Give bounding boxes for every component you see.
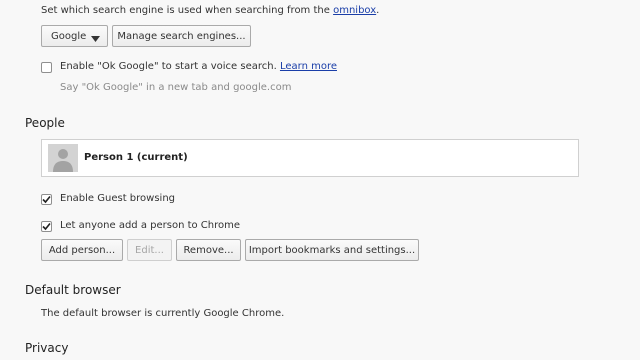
remove-person-button[interactable]: Remove...: [176, 239, 241, 261]
chevron-down-icon: [91, 34, 100, 45]
ok-google-checkbox[interactable]: [41, 62, 52, 73]
guest-browsing-checkbox[interactable]: [41, 194, 52, 205]
ok-google-label: Enable "Ok Google" to start a voice sear…: [60, 61, 277, 72]
search-engine-value: Google: [51, 30, 87, 42]
person-name: Person 1 (current): [84, 152, 188, 163]
ok-google-hint: Say "Ok Google" in a new tab and google.…: [60, 82, 292, 93]
default-browser-section-title: Default browser: [25, 283, 121, 297]
search-engine-select[interactable]: Google: [41, 25, 108, 47]
search-description-suffix: .: [376, 5, 380, 16]
guest-browsing-label: Enable Guest browsing: [60, 193, 175, 204]
privacy-section-title: Privacy: [25, 341, 69, 355]
ok-google-label-row: Enable "Ok Google" to start a voice sear…: [60, 61, 337, 72]
add-person-checkbox[interactable]: [41, 221, 52, 232]
import-bookmarks-button[interactable]: Import bookmarks and settings...: [245, 239, 419, 261]
learn-more-link[interactable]: Learn more: [280, 61, 337, 72]
checkmark-icon: [42, 195, 51, 204]
person-list-item[interactable]: Person 1 (current): [41, 139, 579, 177]
edit-person-button[interactable]: Edit...: [127, 239, 172, 261]
omnibox-link[interactable]: omnibox: [333, 5, 376, 16]
search-engine-description: Set which search engine is used when sea…: [41, 5, 379, 16]
avatar: [48, 144, 78, 172]
default-browser-status: The default browser is currently Google …: [41, 308, 285, 319]
person-silhouette-icon: [53, 149, 73, 172]
manage-search-engines-button[interactable]: Manage search engines...: [112, 25, 251, 47]
add-person-label: Let anyone add a person to Chrome: [60, 220, 241, 231]
checkmark-icon: [42, 222, 51, 231]
search-description-text: Set which search engine is used when sea…: [41, 5, 330, 16]
people-section-title: People: [25, 116, 65, 130]
add-person-button[interactable]: Add person...: [41, 239, 123, 261]
